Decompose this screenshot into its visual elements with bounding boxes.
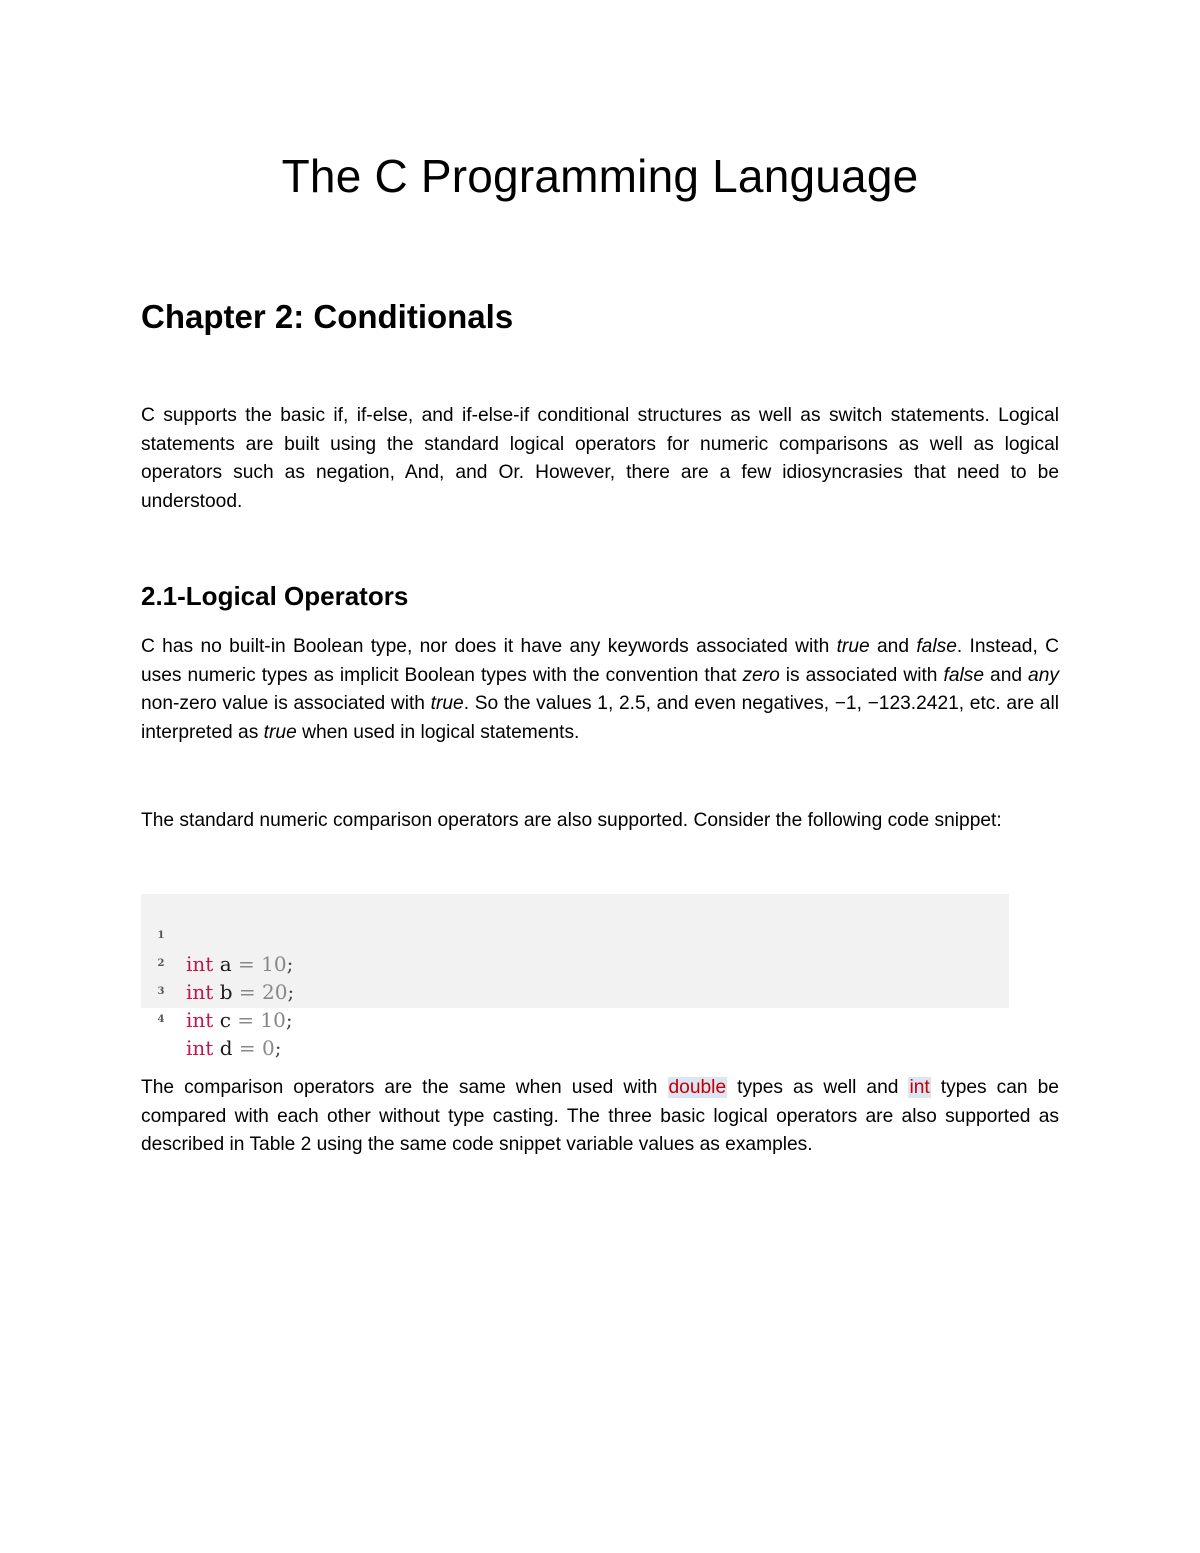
document-page: The C Programming Language Chapter 2: Co… [0, 0, 1200, 1553]
code-terminator: ; [274, 1036, 282, 1060]
italic-term: true [430, 693, 464, 715]
boolean-paragraph-part: is associated with [779, 664, 944, 686]
boolean-paragraph-part: and [869, 636, 917, 657]
code-line: 1 int a = 10; [141, 894, 294, 976]
code-terminator: ; [286, 952, 294, 976]
italic-term: true [263, 722, 297, 744]
boolean-paragraph-part: non-zero value is associated with [141, 693, 431, 715]
code-variable: d [219, 1036, 233, 1060]
document-title: The C Programming Language [281, 150, 919, 202]
code-operator: = [238, 980, 256, 1004]
comparison-intro-paragraph: The standard numeric comparison operator… [141, 810, 1002, 831]
boolean-paragraph-part: and [984, 664, 1029, 686]
code-variable: c [219, 1008, 231, 1032]
code-snippet: 1 int a = 10; 2 int b = 20; 3 int c = 10… [141, 894, 1009, 1060]
italic-term: false [916, 636, 957, 657]
code-operator: = [237, 1008, 255, 1032]
italic-term: false [943, 664, 985, 686]
line-number: 4 [157, 1014, 165, 1025]
code-terminator: ; [287, 980, 295, 1004]
boolean-paragraph-part: C has no built-in Boolean type, nor does… [141, 636, 837, 657]
inline-code-int: int [908, 1077, 931, 1098]
types-paragraph-part: The comparison operators are the same wh… [141, 1077, 668, 1098]
code-variable: a [219, 952, 232, 976]
boolean-paragraph: C has no built-in Boolean type, nor does… [141, 633, 1059, 748]
types-paragraph: The comparison operators are the same wh… [141, 1074, 1059, 1160]
types-paragraph-part: types as well and [727, 1077, 909, 1098]
code-line: 3 int c = 10; [141, 950, 293, 1032]
code-keyword: int [186, 1036, 214, 1060]
code-number: 10 [260, 1008, 286, 1032]
chapter-heading: Chapter 2: Conditionals [141, 298, 514, 335]
italic-term: any [1028, 664, 1059, 686]
code-keyword: int [186, 952, 214, 976]
inline-code-double: double [667, 1077, 728, 1098]
code-number: 20 [261, 980, 288, 1004]
code-number: 10 [261, 952, 287, 976]
code-terminator: ; [285, 1008, 293, 1032]
code-keyword: int [186, 980, 214, 1004]
code-number: 0 [261, 1036, 275, 1060]
code-keyword: int [186, 1008, 214, 1032]
code-text: int a = 10; [186, 950, 293, 978]
italic-term: true [836, 636, 870, 657]
code-line: 4 int d = 0; [141, 978, 282, 1060]
italic-term: zero [742, 664, 780, 686]
intro-paragraph: C supports the basic if, if-else, and if… [141, 405, 1059, 513]
code-text: int d = 0; [186, 1034, 281, 1062]
code-line: 2 int b = 20; [141, 922, 295, 1004]
code-text: int c = 10; [186, 1006, 293, 1034]
code-operator: = [238, 1036, 256, 1060]
code-operator: = [237, 952, 255, 976]
code-text: int b = 20; [186, 978, 294, 1006]
section-heading: 2.1-Logical Operators [141, 581, 409, 611]
boolean-paragraph-part: when used in logical statements. [296, 722, 580, 744]
code-variable: b [219, 980, 233, 1004]
